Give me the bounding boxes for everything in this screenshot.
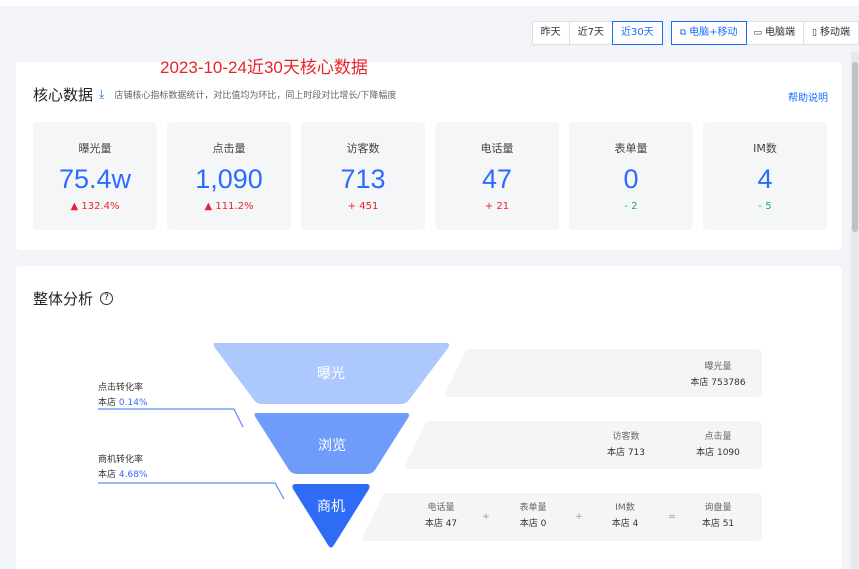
stat-label-visitors: 访客数 (612, 430, 639, 442)
date-30days-button[interactable]: 近30天 (611, 21, 663, 45)
scrollbar-thumb[interactable] (852, 62, 858, 232)
funnel-diagram: 曝光 浏览 商机 点击转化率 本店 0.14% 商机转化率 本店 4.68% 曝… (98, 343, 762, 548)
biz-rate-connector (98, 482, 285, 500)
funnel-stage-business[interactable] (292, 484, 370, 548)
stat-label-exposure: 曝光量 (704, 360, 731, 372)
page-scrollbar[interactable] (851, 52, 859, 569)
funnel-label-exposure: 曝光 (317, 366, 345, 382)
click-rate-connector (98, 408, 244, 428)
stat-value-forms: 本店 0 (520, 517, 547, 529)
funnel-label-business: 商机 (317, 499, 345, 515)
biz-rate-value: 本店 4.68% (98, 468, 148, 480)
stat-value-exposure: 本店 753786 (690, 376, 745, 388)
stat-value-visitors: 本店 713 (607, 446, 645, 458)
biz-rate-label: 商机转化率 (98, 453, 143, 465)
stat-label-inquiries: 询盘量 (704, 501, 731, 513)
operator-plus-2: + (575, 512, 583, 522)
stat-label-calls: 电话量 (427, 501, 454, 513)
stat-value-im: 本店 4 (612, 517, 639, 529)
operator-equals: = (668, 512, 676, 522)
operator-plus-1: + (482, 512, 490, 522)
click-rate-label: 点击转化率 (98, 381, 143, 393)
click-rate-value: 本店 0.14% (98, 396, 148, 408)
stat-label-im: IM数 (615, 501, 634, 513)
stat-value-calls: 本店 47 (425, 517, 457, 529)
stats-panel-exposure (445, 349, 762, 397)
stat-label-forms: 表单量 (519, 501, 546, 513)
stats-panel-browse (405, 421, 762, 469)
devices-icon: ⧉ (679, 28, 687, 38)
stat-label-clicks: 点击量 (704, 430, 731, 442)
stat-value-inquiries: 本店 51 (702, 517, 734, 529)
device-all-button[interactable]: ⧉ 电脑+移动 (670, 21, 747, 45)
stat-value-clicks: 本店 1090 (696, 446, 740, 458)
funnel-label-browse: 浏览 (318, 438, 346, 454)
stats-panel-business (362, 493, 762, 541)
